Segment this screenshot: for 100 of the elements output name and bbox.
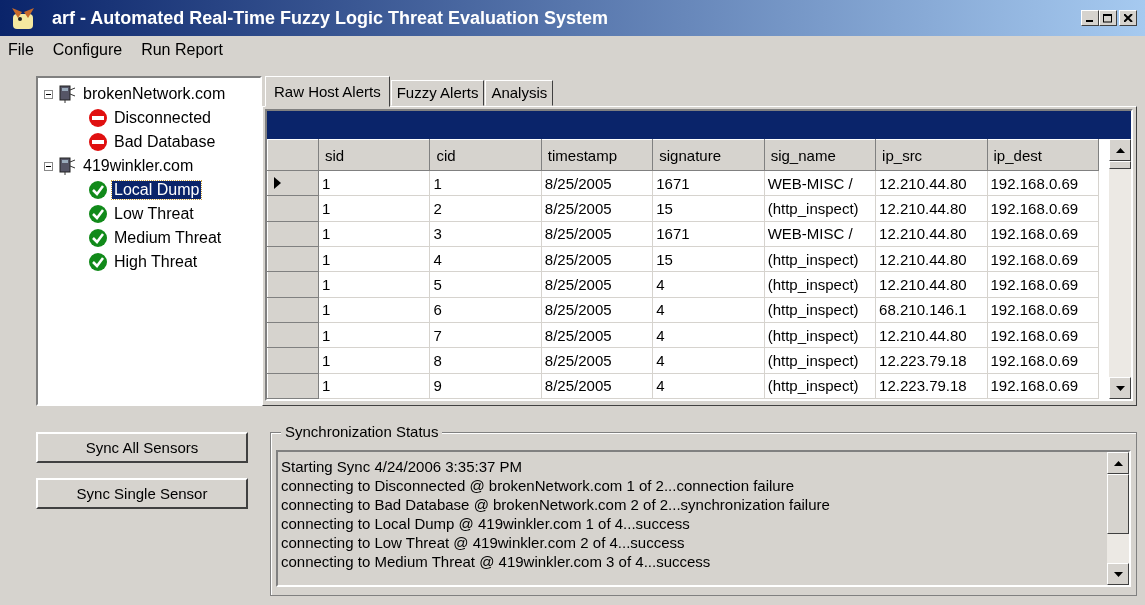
column-header[interactable]: ip_src	[875, 139, 988, 171]
column-header[interactable]: timestamp	[541, 139, 653, 171]
table-cell: 4	[652, 373, 765, 399]
table-cell: 1	[318, 373, 430, 399]
tree-item[interactable]: brokenNetwork.com	[81, 85, 228, 103]
tab[interactable]: Raw Host Alerts	[265, 76, 390, 107]
sync-button[interactable]: Sync All Sensors	[36, 432, 248, 463]
tab[interactable]: Analysis	[485, 80, 554, 106]
table-cell: 192.168.0.69	[987, 221, 1099, 247]
table-cell: 4	[652, 322, 765, 348]
check-icon	[88, 228, 108, 248]
table-cell: (http_inspect)	[764, 271, 876, 298]
check-icon	[88, 252, 108, 272]
window-title: arf - Automated Real-Time Fuzzy Logic Threat Evaluation System	[52, 7, 610, 29]
log-line: connecting to Bad Database @ brokenNetwork.com 2 of 2...synchronization failure	[281, 495, 831, 514]
log-line: connecting to Disconnected @ brokenNetwork.com 1 of 2...connection failure	[281, 476, 795, 495]
table-cell: 12.210.44.80	[875, 271, 988, 298]
scroll-thumb[interactable]	[1109, 161, 1131, 169]
table-cell: 1	[318, 322, 430, 348]
table-cell: 15	[652, 246, 765, 272]
table-cell: (http_inspect)	[764, 347, 876, 374]
menu-item[interactable]: File	[8, 41, 34, 76]
table-cell: (http_inspect)	[764, 373, 876, 399]
maximize-icon	[1103, 13, 1113, 23]
table-cell: 8	[429, 347, 542, 374]
tree-item[interactable]: 419winkler.com	[81, 157, 196, 175]
tree-item[interactable]: Bad Database	[112, 133, 218, 151]
table-cell: WEB-MISC /	[764, 221, 876, 247]
column-header[interactable]: cid	[429, 139, 542, 171]
vertical-scrollbar[interactable]	[1107, 452, 1129, 585]
table-cell: 4	[652, 271, 765, 298]
table-cell: 4	[429, 246, 542, 272]
table-cell: 2	[429, 195, 542, 222]
table-cell: 8/25/2005	[541, 170, 653, 196]
collapse-icon[interactable]	[44, 161, 53, 171]
table-cell: 192.168.0.69	[987, 297, 1099, 323]
table-cell: (http_inspect)	[764, 322, 876, 348]
vertical-scrollbar[interactable]	[1109, 139, 1131, 399]
app-icon	[10, 6, 36, 30]
menu-item[interactable]: Run Report	[141, 41, 223, 76]
table-cell: (http_inspect)	[764, 297, 876, 323]
column-header[interactable]: signature	[652, 139, 765, 171]
table-cell: 8/25/2005	[541, 297, 653, 323]
scroll-down-button[interactable]	[1107, 563, 1129, 585]
table-cell: 8/25/2005	[541, 271, 653, 298]
table-cell: 192.168.0.69	[987, 271, 1099, 298]
minimize-button[interactable]	[1081, 10, 1099, 26]
row-header[interactable]	[267, 170, 319, 196]
table-cell: 7	[429, 322, 542, 348]
server-icon	[57, 156, 77, 176]
table-cell: 1	[318, 170, 430, 196]
table-cell: 192.168.0.69	[987, 322, 1099, 348]
scroll-up-button[interactable]	[1107, 452, 1129, 474]
table-cell: 192.168.0.69	[987, 373, 1099, 399]
table-cell: 8/25/2005	[541, 347, 653, 374]
menu-item[interactable]: Configure	[52, 41, 123, 76]
column-header[interactable]: sig_name	[764, 139, 876, 171]
sync-button[interactable]: Sync Single Sensor	[36, 478, 248, 509]
current-row-icon	[274, 176, 281, 189]
table-cell: 192.168.0.69	[987, 195, 1099, 222]
table-cell: 12.210.44.80	[875, 246, 988, 272]
table-cell: 1	[318, 195, 430, 222]
close-button[interactable]	[1119, 10, 1137, 26]
table-cell: 1671	[652, 170, 765, 196]
collapse-icon[interactable]	[44, 89, 53, 99]
table-cell: 3	[429, 221, 542, 247]
table-cell: 1	[318, 221, 430, 247]
tree-item[interactable]: Disconnected	[112, 109, 213, 127]
close-icon	[1123, 14, 1133, 22]
table-cell: 192.168.0.69	[987, 347, 1099, 374]
table-cell: 192.168.0.69	[987, 170, 1099, 196]
stop-icon	[88, 132, 108, 152]
tab[interactable]: Fuzzy Alerts	[390, 80, 485, 106]
table-cell: WEB-MISC /	[764, 170, 876, 196]
column-header[interactable]: sid	[318, 139, 430, 171]
table-cell: 1	[318, 297, 430, 323]
table-cell: 68.210.146.1	[875, 297, 988, 323]
table-cell: 9	[429, 373, 542, 399]
table-cell: 4	[652, 297, 765, 323]
table-cell: 12.210.44.80	[875, 322, 988, 348]
table-cell: 12.223.79.18	[875, 373, 988, 399]
log-line: connecting to Local Dump @ 419winkler.com 1 of 4...success	[281, 514, 691, 533]
table-cell: 6	[429, 297, 542, 323]
tree-item[interactable]: Low Threat	[112, 205, 196, 223]
table-cell: 1	[318, 271, 430, 298]
scroll-up-button[interactable]	[1109, 139, 1131, 161]
scroll-down-button[interactable]	[1109, 377, 1131, 399]
server-icon	[57, 84, 77, 104]
table-cell: 1	[429, 170, 542, 196]
down-arrow-icon	[1113, 571, 1123, 577]
tree-item[interactable]: Medium Threat	[112, 229, 224, 247]
tree-item[interactable]: High Threat	[112, 253, 200, 271]
table-cell: 8/25/2005	[541, 246, 653, 272]
table-cell: 12.210.44.80	[875, 170, 988, 196]
maximize-button[interactable]	[1099, 10, 1117, 26]
log-line: connecting to Medium Threat @ 419winkler.com 3 of 4...success	[281, 552, 712, 571]
column-header[interactable]: ip_dest	[987, 139, 1099, 171]
check-icon	[88, 180, 108, 200]
scroll-thumb[interactable]	[1107, 474, 1129, 534]
tree-item[interactable]: Local Dump	[112, 181, 202, 199]
